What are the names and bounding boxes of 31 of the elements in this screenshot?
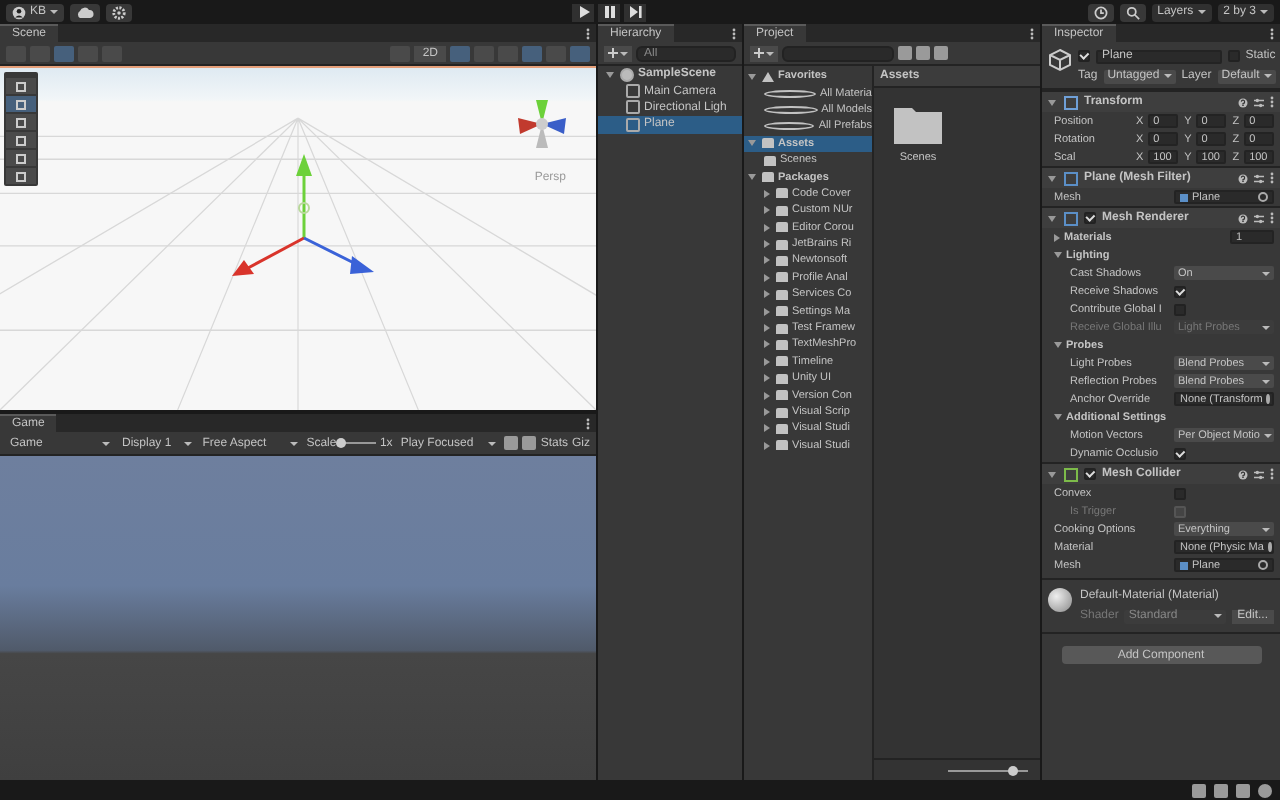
tool-button[interactable] (6, 132, 36, 148)
help-icon[interactable] (1238, 469, 1248, 479)
tool-button[interactable] (6, 150, 36, 166)
tool-button[interactable] (6, 114, 36, 130)
preset-icon[interactable] (1254, 173, 1264, 183)
help-icon[interactable] (1238, 173, 1248, 183)
tool-button[interactable] (6, 78, 36, 94)
tool-button[interactable] (6, 96, 36, 112)
play-button[interactable] (572, 3, 595, 21)
help-icon[interactable] (1238, 97, 1248, 107)
preset-icon[interactable] (1254, 469, 1264, 479)
step-button[interactable] (624, 3, 647, 21)
plus-icon (754, 48, 764, 58)
property-checkbox[interactable] (1174, 487, 1186, 499)
plus-icon (608, 48, 618, 58)
help-icon[interactable] (1238, 213, 1248, 223)
preset-icon[interactable] (1254, 97, 1264, 107)
material-sphere-icon (1048, 588, 1072, 612)
history-button[interactable] (1087, 3, 1114, 21)
pause-button[interactable] (598, 3, 621, 21)
cloud-button[interactable] (70, 3, 101, 21)
account-icon (12, 5, 26, 19)
active-checkbox[interactable] (1078, 50, 1090, 62)
property-checkbox[interactable] (1174, 447, 1186, 459)
property-checkbox[interactable] (1174, 285, 1186, 297)
tool-button[interactable] (6, 168, 36, 184)
settings-button[interactable] (106, 3, 133, 21)
search-button[interactable] (1119, 3, 1146, 21)
add-button[interactable] (604, 45, 632, 61)
preset-icon[interactable] (1254, 213, 1264, 223)
add-button[interactable] (750, 45, 778, 61)
